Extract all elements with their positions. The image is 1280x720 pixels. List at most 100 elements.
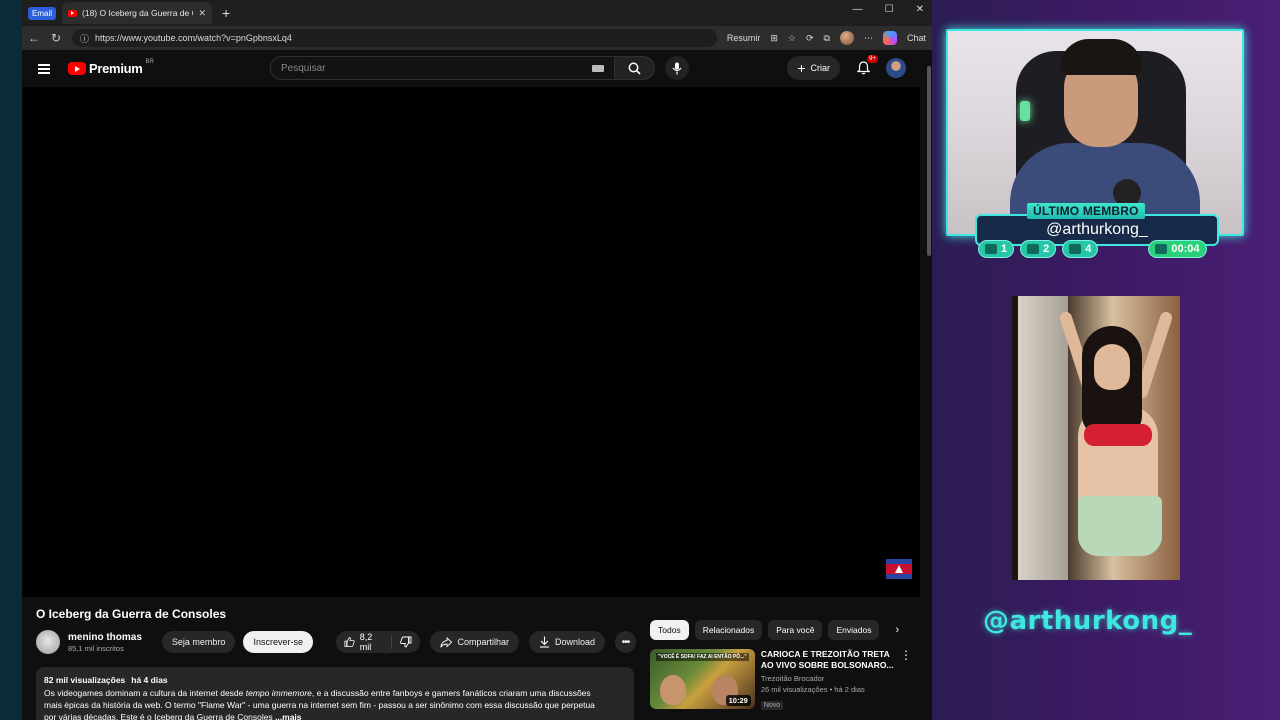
chip-uploaded[interactable]: Enviados [828,620,880,640]
minimize-icon[interactable]: — [853,4,863,15]
dislike-button[interactable] [392,636,420,648]
description-box[interactable]: 82 mil visualizações há 4 dias Os videoga… [36,667,634,720]
notification-badge: 9+ [867,55,878,63]
recommended-video[interactable]: "VOCÊ É SDFA! FAZ AI ENTÃO PÔ..." 10:29 … [650,649,912,711]
download-icon [539,636,549,648]
email-tab-group[interactable]: Email [28,6,57,20]
close-window-icon[interactable]: ✕ [916,4,924,15]
kick-count: 4 [1085,243,1092,255]
youtube-stat: 2 [1020,240,1057,258]
clip-face [1094,344,1130,390]
search-input[interactable]: Pesquisar [270,56,615,80]
recommended-thumbnail[interactable]: "VOCÊ É SDFA! FAZ AI ENTÃO PÔ..." 10:29 [650,649,755,709]
search-placeholder: Pesquisar [281,62,326,74]
upload-date: há 4 dias [131,675,168,685]
video-title: O Iceberg da Guerra de Consoles [36,607,227,621]
like-button[interactable]: 8,2 mil [336,632,393,652]
channel-avatar[interactable] [36,630,60,654]
refresh-extension-icon[interactable]: ⟳ [806,33,814,44]
header-actions: + Criar 9+ [787,55,906,80]
mic-icon [672,62,682,74]
share-button[interactable]: Compartilhar [430,631,519,653]
clip-shorts [1078,496,1162,556]
youtube-page: Premium BR Pesquisar + Criar 9+ O Iceber… [22,50,926,720]
search-bar: Pesquisar [270,56,689,80]
stream-timer: 00:04 [1148,240,1207,258]
video-clip [1012,296,1180,580]
video-details: O Iceberg da Guerra de Consoles menino t… [22,597,920,720]
description-line-3: por várias décadas. Este é o Iceberg da … [44,711,626,720]
scrollbar-thumb[interactable] [927,66,931,256]
browser-window: Email (18) O Iceberg da Guerra de Consol… [22,0,932,720]
search-button[interactable] [615,56,655,80]
window-controls: — ☐ ✕ [853,4,924,15]
clip-top [1084,424,1152,446]
show-more-link[interactable]: ...mais [275,712,301,720]
site-info-icon[interactable]: ⓘ [80,32,89,45]
description-line-2: mais épicas da história da web. O termo … [44,700,595,710]
account-avatar[interactable] [886,58,906,78]
copilot-icon[interactable] [882,31,897,45]
thumbs-up-icon [344,637,355,647]
channel-row: menino thomas 85,1 mil inscritos Seja me… [36,629,636,655]
download-button[interactable]: Download [528,631,606,653]
recommended-stats: 26 mil visualizações • há 2 dias [760,685,865,694]
toolbar-right: Resumir ⊞ ☆ ⟳ ⧉ ⋯ Chat [727,31,926,45]
more-menu-icon[interactable]: ⋯ [864,33,873,44]
chip-all[interactable]: Todos [650,620,689,640]
recommended-channel[interactable]: Trezoitão Brocador [761,674,896,683]
description-text: Os videogames dominam a cultura da inter… [44,688,246,698]
more-actions-button[interactable]: ••• [615,631,636,653]
maximize-icon[interactable]: ☐ [885,4,894,15]
yt-header: Premium BR Pesquisar + Criar 9+ [22,50,926,87]
flag-icon [886,559,912,579]
whatsapp-icon [1155,244,1168,254]
search-icon [628,62,641,75]
page-scrollbar[interactable] [926,50,932,720]
collections-icon[interactable]: ⧉ [824,33,830,44]
chat-bubble-icon [985,244,997,254]
channel-name[interactable]: menino thomas [68,632,142,643]
tab-close-icon[interactable]: ✕ [198,8,206,19]
active-tab[interactable]: (18) O Iceberg da Guerra de Consoles ✕ [62,2,213,24]
chip-for-you[interactable]: Para você [768,620,823,640]
youtube-icon [1027,244,1040,254]
profile-avatar[interactable] [839,31,854,45]
filter-chips: Todos Relacionados Para você Enviados › [650,620,899,640]
subscribe-button[interactable]: Inscrever-se [243,631,313,653]
join-button[interactable]: Seja membro [161,631,236,653]
extensions-icon[interactable]: ⊞ [770,33,778,44]
clip-door [1018,296,1068,580]
voice-search-button[interactable] [665,56,689,80]
description-meta: 82 mil visualizações há 4 dias [44,674,626,686]
menu-icon[interactable] [38,63,50,74]
recommended-title[interactable]: CARIOCA E TREZOITÃO TRETA AO VIVO SOBRE … [761,649,896,671]
video-duration: 10:29 [725,695,751,706]
description-text: , e a discussão entre fanboys e gamers f… [311,688,591,698]
chip-related[interactable]: Relacionados [694,620,763,640]
keyboard-icon[interactable] [592,64,604,72]
share-icon [440,636,453,648]
chevron-right-icon[interactable]: › [895,624,899,636]
youtube-logo[interactable]: Premium BR [68,59,154,76]
create-button[interactable]: + Criar [787,56,840,80]
reload-icon[interactable]: ↻ [50,31,62,45]
video-player[interactable] [22,87,920,597]
kick-icon [1069,244,1082,254]
chat-button[interactable]: Chat [907,33,926,43]
tab-bar: Email (18) O Iceberg da Guerra de Consol… [22,0,932,26]
channel-info: menino thomas 85,1 mil inscritos [68,632,142,653]
thumbnail-face-left [660,675,686,705]
last-member-title: ÚLTIMO MEMBRO [1027,203,1145,219]
new-tab-button[interactable]: + [222,5,230,21]
more-vertical-icon[interactable]: ⋮ [900,649,912,711]
summarize-button[interactable]: Resumir [727,33,761,43]
back-icon[interactable]: ← [28,31,40,45]
video-actions: 8,2 mil Compartilhar Download ••• [336,631,636,653]
notifications-button[interactable]: 9+ [854,55,878,77]
address-bar-row: ← ↻ ⓘ https://www.youtube.com/watch?v=pn… [22,26,932,50]
stream-stats: 1 2 4 00:04 [978,240,1207,258]
favorites-icon[interactable]: ☆ [788,33,796,44]
like-count: 8,2 mil [359,632,373,652]
address-bar[interactable]: ⓘ https://www.youtube.com/watch?v=pnGpbn… [72,29,717,47]
